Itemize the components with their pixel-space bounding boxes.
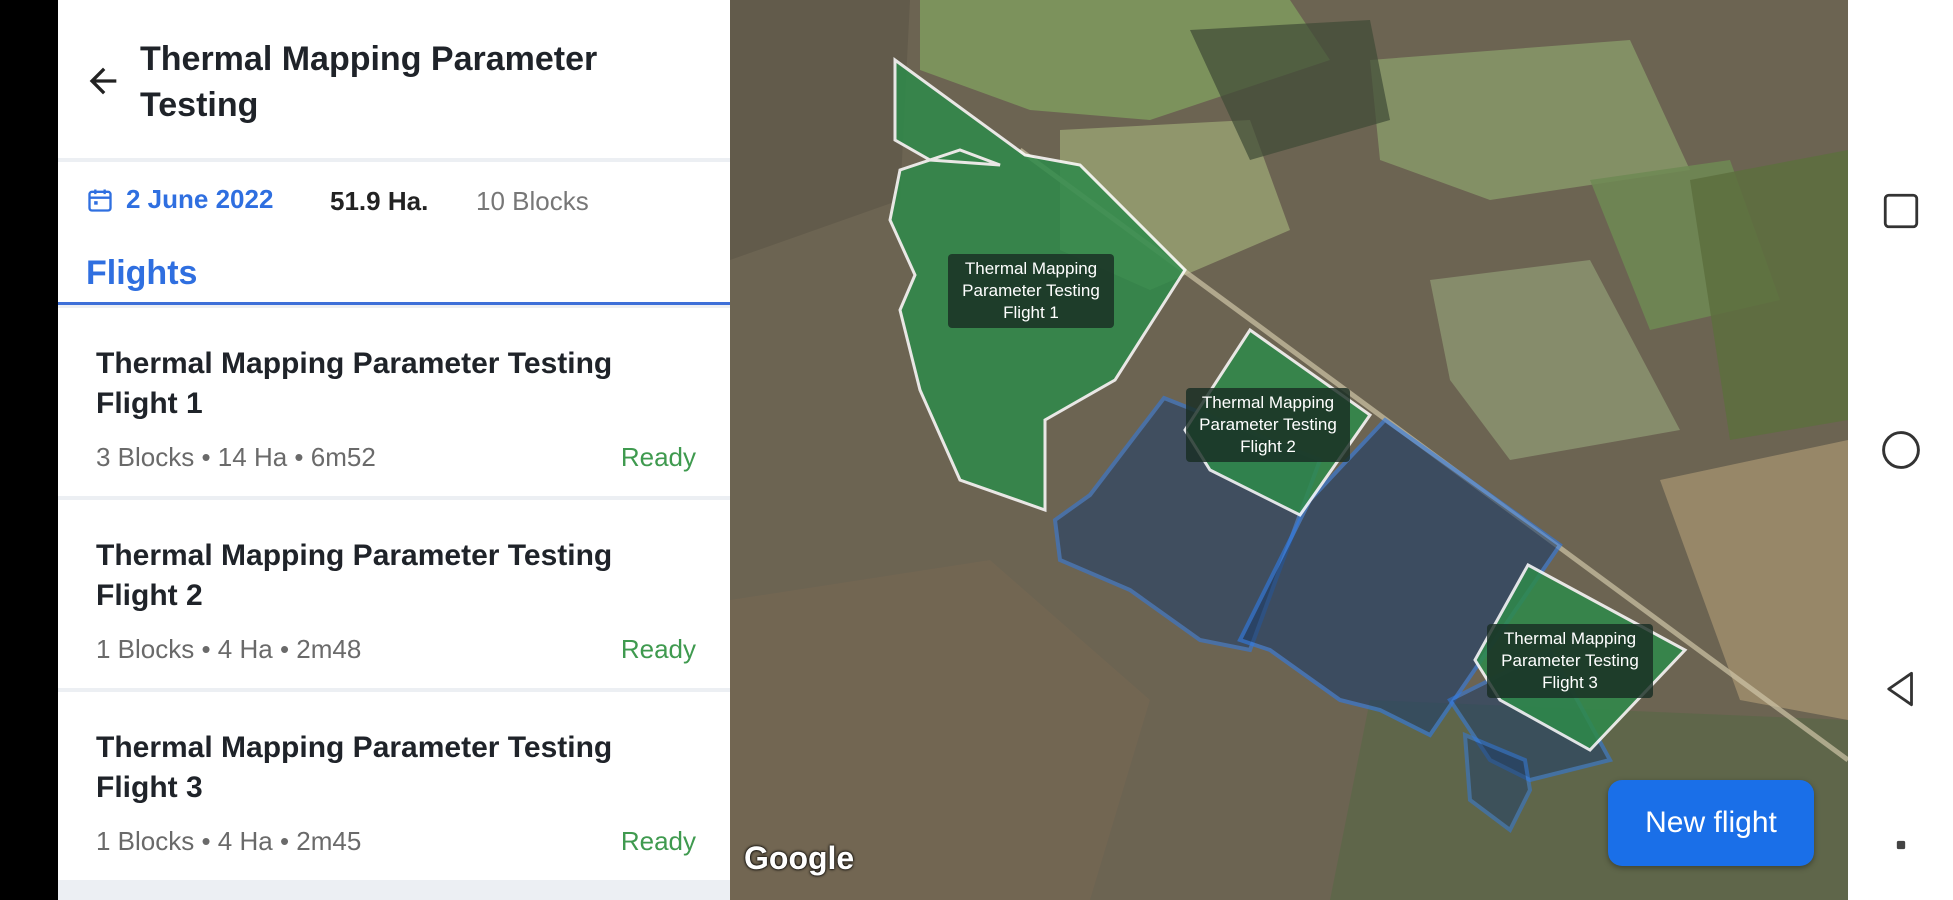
flight-meta: 1 Blocks • 4 Ha • 2m48	[96, 634, 362, 664]
home-icon	[1882, 431, 1920, 469]
flight-name: Thermal Mapping Parameter Testing Flight…	[96, 539, 613, 612]
flights-heading: Flights	[86, 254, 198, 292]
flight-name: Thermal Mapping Parameter Testing Flight…	[96, 347, 613, 420]
new-flight-button[interactable]: New flight	[1608, 780, 1814, 866]
date-selector[interactable]: 2 June 2022	[86, 184, 273, 215]
calendar-icon	[88, 189, 112, 212]
flight-list-panel: Thermal Mapping Parameter Testing 2 June…	[58, 0, 730, 900]
page-header: Thermal Mapping Parameter Testing	[58, 0, 730, 158]
arrow-back-icon	[89, 67, 117, 95]
flight-status: Ready	[620, 826, 696, 856]
system-nav-bar	[1848, 0, 1953, 900]
map-field-label-2[interactable]: Thermal Mapping Parameter Testing Flight…	[1186, 388, 1350, 462]
left-black-bar	[0, 0, 58, 900]
flight-status: Ready	[620, 634, 696, 664]
flight-meta: 1 Blocks • 4 Ha • 2m45	[96, 826, 362, 856]
mission-info-bar: 2 June 2022 51.9 Ha. 10 Blocks Flights	[58, 162, 730, 305]
mission-blocks: 10 Blocks	[476, 186, 589, 216]
recents-button[interactable]	[1876, 186, 1926, 236]
back-button[interactable]	[80, 58, 126, 104]
flight-status: Ready	[620, 442, 696, 472]
home-button[interactable]	[1876, 425, 1926, 475]
map-field-label-3[interactable]: Thermal Mapping Parameter Testing Flight…	[1487, 624, 1653, 698]
satellite-map[interactable]: Thermal Mapping Parameter Testing Flight…	[730, 0, 1848, 900]
flight-card-2[interactable]: Thermal Mapping Parameter Testing Flight…	[58, 500, 730, 688]
mission-area: 51.9 Ha.	[330, 186, 429, 216]
flight-meta: 3 Blocks • 14 Ha • 6m52	[96, 442, 376, 472]
recents-icon	[1883, 193, 1919, 229]
google-attribution: Google	[744, 840, 855, 876]
overflow-button[interactable]	[1876, 820, 1926, 870]
mission-date: 2 June 2022	[126, 184, 274, 214]
dot-icon	[1896, 840, 1906, 850]
page-title: Thermal Mapping Parameter Testing	[140, 40, 598, 124]
flight-card-3[interactable]: Thermal Mapping Parameter Testing Flight…	[58, 692, 730, 880]
flight-card-1[interactable]: Thermal Mapping Parameter Testing Flight…	[58, 308, 730, 496]
back-triangle-icon	[1887, 671, 1913, 707]
flight-name: Thermal Mapping Parameter Testing Flight…	[96, 731, 613, 804]
map-field-label-1[interactable]: Thermal Mapping Parameter Testing Flight…	[948, 254, 1114, 328]
nav-back-button[interactable]	[1876, 664, 1926, 714]
